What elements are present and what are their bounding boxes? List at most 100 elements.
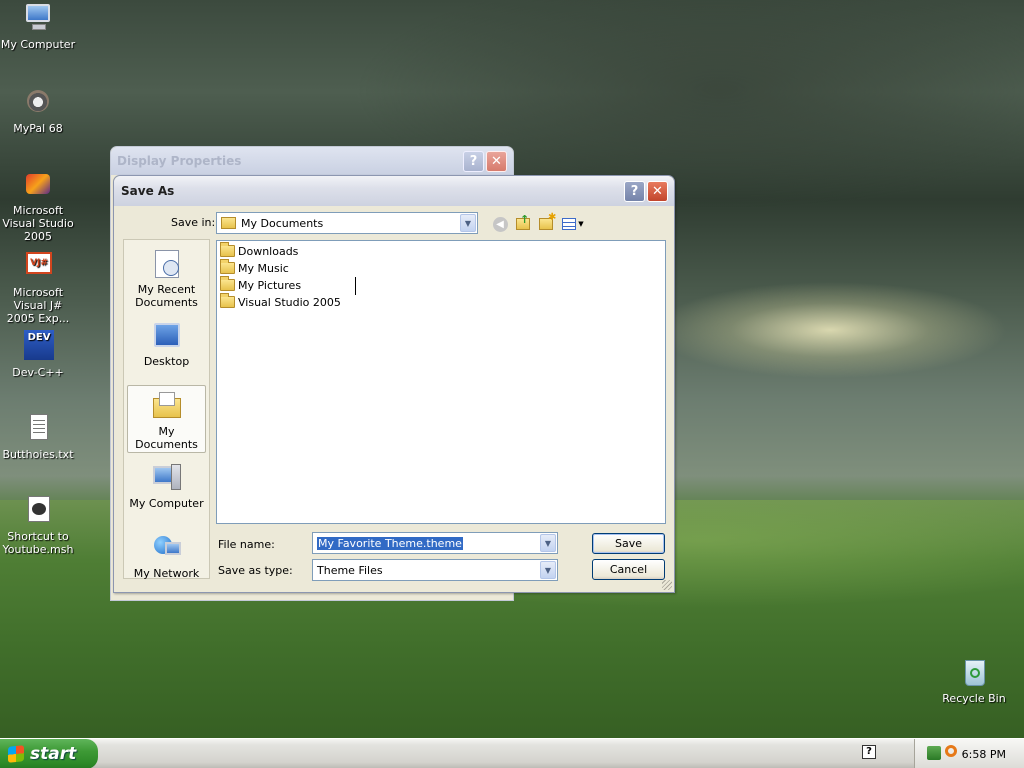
desktop-icon-label: Butthoies.txt [2,448,74,461]
devcpp-icon: DEV [22,330,54,362]
file-name: Downloads [238,244,299,258]
list-item[interactable]: Downloads [220,242,299,259]
file-name-value: My Favorite Theme.theme [317,536,463,550]
save-as-type-label: Save as type: [218,564,293,577]
back-button[interactable]: ◀ [491,215,509,233]
my-computer-icon [151,462,183,494]
display-properties-titlebar[interactable]: Display Properties ? ✕ [111,147,513,175]
folder-icon [220,276,235,291]
system-tray: 6:58 PM [914,739,1024,768]
taskbar: start ? 6:58 PM [0,738,1024,768]
my-documents-icon [221,217,236,229]
desktop-icon-label: Dev-C++ [12,366,64,379]
place-label: Desktop [143,355,190,368]
help-button[interactable]: ? [624,180,645,202]
cancel-button-label: Cancel [609,563,648,576]
language-bar-help-icon[interactable]: ? [862,745,876,759]
help-icon: ? [469,153,478,169]
place-desktop[interactable]: Desktop [127,316,206,380]
resize-grip[interactable] [662,580,672,590]
chevron-down-icon[interactable]: ▼ [460,214,476,232]
msh-script-icon [22,494,54,526]
save-button-label: Save [614,537,642,550]
help-icon: ? [630,183,639,199]
save-in-dropdown[interactable]: My Documents ▼ [216,212,478,234]
chevron-down-icon[interactable]: ▼ [540,534,556,552]
recent-documents-icon [151,248,183,280]
desktop-icon-devcpp[interactable]: DEV Dev-C++ [0,330,78,379]
chevron-down-icon: ▼ [578,220,584,228]
help-button[interactable]: ? [463,150,484,172]
save-as-type-value: Theme Files [317,563,383,577]
save-in-label: Save in: [171,216,216,229]
desktop-icon-youtube-shortcut[interactable]: Shortcut to Youtube.msh [0,494,78,556]
mouse-cursor-icon [355,277,366,295]
network-tray-icon[interactable] [927,746,941,760]
desktop-icon-recycle-bin[interactable]: Recycle Bin [934,656,1014,705]
my-documents-icon [151,390,183,422]
desktop-icon-visual-studio[interactable]: Microsoft Visual Studio 2005 [0,168,78,243]
visual-studio-icon [22,168,54,200]
desktop-icon-label: Shortcut to Youtube.msh [2,530,74,556]
desktop-icon-label: My Computer [0,38,76,51]
back-arrow-icon: ◀ [492,216,508,232]
start-button[interactable]: start [0,739,98,768]
place-label: My Recent Documents [135,283,198,309]
close-button[interactable]: ✕ [647,180,668,202]
save-button[interactable]: Save [592,533,665,554]
list-item[interactable]: My Music [220,259,289,276]
start-label: start [30,744,77,764]
my-network-icon [151,532,183,564]
view-menu-icon [562,218,577,230]
place-label: My Computer [129,497,204,510]
new-folder-icon: ✱ [539,212,556,230]
place-label: My Documents [135,425,198,451]
close-icon: ✕ [652,183,663,199]
close-button[interactable]: ✕ [486,150,507,172]
search-tray-icon[interactable] [945,745,957,757]
chevron-down-icon[interactable]: ▼ [540,561,556,579]
place-my-recent-documents[interactable]: My Recent Documents [127,244,206,310]
clock[interactable]: 6:58 PM [962,748,1006,761]
desktop-icon-text-file[interactable]: Butthoies.txt [0,412,78,461]
save-in-value: My Documents [241,216,324,230]
vjsharp-icon: VJ# [22,250,54,282]
desktop-icon-mypal[interactable]: MyPal 68 [0,86,78,135]
desktop-icon-label: Microsoft Visual Studio 2005 [2,204,74,243]
list-item[interactable]: Visual Studio 2005 [220,293,341,310]
folder-icon [220,259,235,274]
desktop-icon [151,320,183,352]
place-my-computer[interactable]: My Computer [127,458,206,522]
mypal-icon [22,86,54,118]
folder-icon [220,293,235,308]
save-as-type-dropdown[interactable]: Theme Files ▼ [312,559,558,581]
up-folder-button[interactable]: ↑ [514,213,532,233]
text-file-icon [22,412,54,444]
views-menu-button[interactable]: ▼ [561,215,585,233]
desktop-icon-label: Recycle Bin [942,692,1006,705]
place-my-network[interactable]: My Network [127,528,206,580]
save-as-titlebar[interactable]: Save As ? ✕ [114,176,674,206]
place-label: My Network [133,567,200,580]
desktop-icon-vjsharp[interactable]: VJ# Microsoft Visual J# 2005 Exp... [0,250,78,325]
desktop-icon-label: Microsoft Visual J# 2005 Exp... [6,286,70,325]
file-name: My Music [238,261,289,275]
new-folder-button[interactable]: ✱ [537,212,556,233]
places-bar: My Recent Documents Desktop My Documents… [123,239,210,580]
desktop-icon-label: MyPal 68 [13,122,63,135]
cancel-button[interactable]: Cancel [592,559,665,580]
desktop-icon-my-computer[interactable]: My Computer [0,2,78,51]
my-computer-icon [22,2,54,34]
close-icon: ✕ [491,153,502,169]
file-list[interactable]: Downloads My Music My Pictures Visual St… [216,240,666,524]
file-name-input[interactable]: My Favorite Theme.theme ▼ [312,532,558,554]
dialog-title: Save As [121,184,175,198]
place-my-documents[interactable]: My Documents [127,385,206,453]
list-item[interactable]: My Pictures [220,276,302,293]
file-name-label: File name: [218,538,275,551]
file-name: My Pictures [238,278,302,292]
up-folder-icon: ↑ [516,213,530,230]
file-name: Visual Studio 2005 [238,295,341,309]
window-title: Display Properties [117,154,242,168]
save-as-dialog[interactable]: Save As ? ✕ Save in: My Documents ▼ ◀ ↑ … [113,175,675,593]
